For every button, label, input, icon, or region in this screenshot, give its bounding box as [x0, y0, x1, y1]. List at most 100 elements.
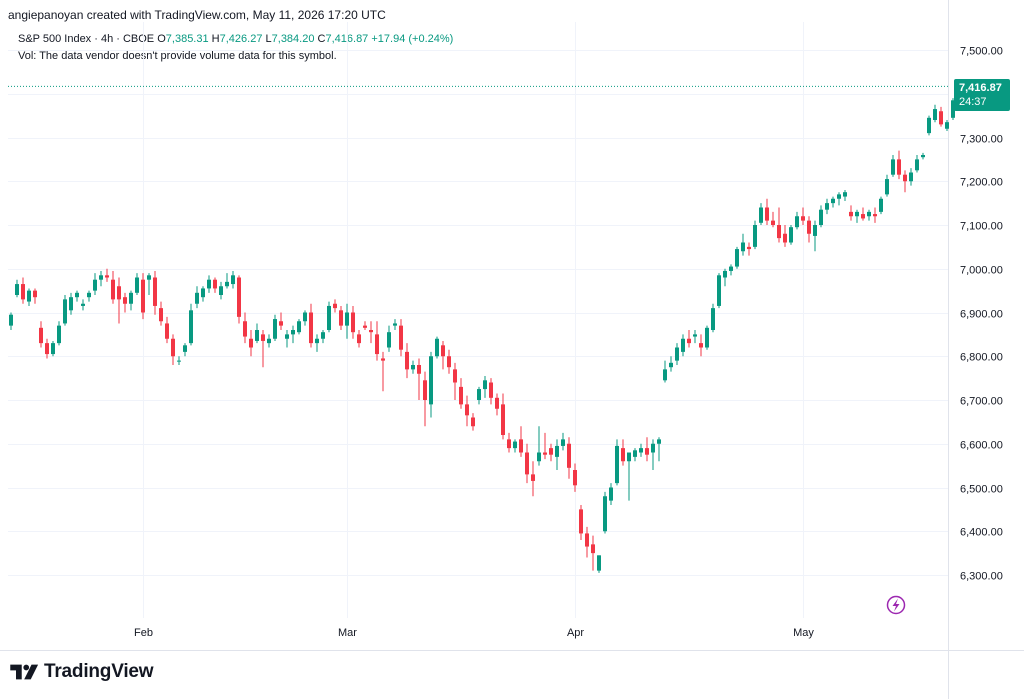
candle-body	[249, 338, 253, 348]
candle-body	[381, 358, 385, 361]
candle	[51, 340, 55, 357]
candle	[711, 303, 715, 333]
candle	[177, 356, 181, 365]
candle	[87, 290, 91, 302]
candle	[735, 246, 739, 269]
candle-body	[531, 474, 535, 481]
candle-body	[621, 448, 625, 462]
candle	[603, 491, 607, 534]
candle	[9, 312, 13, 330]
candle	[873, 207, 877, 223]
candle-body	[933, 109, 937, 120]
candle-body	[87, 292, 91, 298]
tradingview-brand[interactable]: TradingView	[10, 660, 154, 684]
candle	[141, 273, 145, 320]
candle-body	[609, 487, 613, 501]
candle	[255, 323, 259, 344]
candle	[483, 375, 487, 398]
candle	[123, 292, 127, 313]
candle	[549, 443, 553, 462]
candle	[159, 301, 163, 326]
candle	[207, 275, 211, 293]
candle	[891, 155, 895, 177]
candle-body	[879, 198, 883, 212]
x-tick-label: Feb	[134, 627, 153, 639]
candle-body	[813, 225, 817, 236]
candle	[135, 273, 139, 295]
candle-body	[45, 343, 49, 355]
candle-body	[495, 397, 499, 409]
candle	[297, 319, 301, 335]
candle	[573, 463, 577, 492]
candle-body	[405, 351, 409, 370]
candle-body	[99, 275, 103, 280]
candle-body	[723, 270, 727, 278]
candle	[591, 535, 595, 571]
candle-body	[237, 277, 241, 317]
candle	[561, 432, 565, 451]
candle-body	[795, 216, 799, 228]
candle	[99, 270, 103, 287]
candle-body	[687, 338, 691, 344]
candle-body	[21, 284, 25, 300]
candle	[333, 299, 337, 313]
candle-body	[285, 334, 289, 339]
y-tick-label: 6,300.00	[960, 571, 1003, 583]
candle	[555, 439, 559, 470]
candle-body	[315, 338, 319, 344]
candle-body	[711, 308, 715, 330]
candle	[357, 330, 361, 348]
candle	[927, 115, 931, 136]
candle-body	[513, 441, 517, 449]
candle-body	[471, 417, 475, 427]
candle	[729, 264, 733, 276]
candle	[435, 336, 439, 359]
candle-body	[273, 319, 277, 339]
candle	[69, 292, 73, 315]
candle	[831, 196, 835, 208]
candle	[681, 334, 685, 357]
candle-body	[339, 310, 343, 326]
candle-body	[663, 369, 667, 381]
candle-body	[429, 356, 433, 405]
candle	[111, 270, 115, 304]
candle	[201, 286, 205, 302]
candle	[375, 321, 379, 361]
candle-body	[225, 281, 229, 287]
candle-body	[117, 286, 121, 300]
candle	[567, 437, 571, 479]
candle	[381, 351, 385, 392]
candle	[759, 203, 763, 225]
candle	[579, 505, 583, 540]
candle-body	[753, 225, 757, 247]
candle	[705, 325, 709, 350]
candle-body	[897, 159, 901, 175]
y-tick-label: 6,500.00	[960, 484, 1003, 496]
candle-body	[699, 343, 703, 348]
candle	[477, 386, 481, 405]
candle-body	[945, 122, 949, 129]
candle-body	[207, 279, 211, 289]
candle-body	[693, 334, 697, 337]
y-tick-label: 7,300.00	[960, 134, 1003, 146]
candle	[339, 305, 343, 330]
candle	[669, 356, 673, 372]
candle-body	[915, 159, 919, 171]
candle-body	[459, 386, 463, 405]
candle	[63, 295, 67, 326]
candle	[411, 360, 415, 374]
candle-body	[483, 380, 487, 390]
candle	[33, 288, 37, 304]
candle-body	[147, 275, 151, 280]
candle	[429, 351, 433, 418]
candle-body	[321, 332, 325, 339]
candle-body	[891, 159, 895, 175]
candle-body	[411, 365, 415, 370]
candle	[819, 205, 823, 228]
tradingview-logo-icon	[10, 664, 39, 680]
candle-body	[573, 470, 577, 486]
candlestick-chart[interactable]: 6,300.00 6,400.00 6,500.00 6,600.00 6,700.00…	[0, 0, 1024, 699]
candle	[657, 437, 661, 462]
candle-body	[681, 338, 685, 352]
lightning-icon[interactable]	[886, 595, 906, 615]
